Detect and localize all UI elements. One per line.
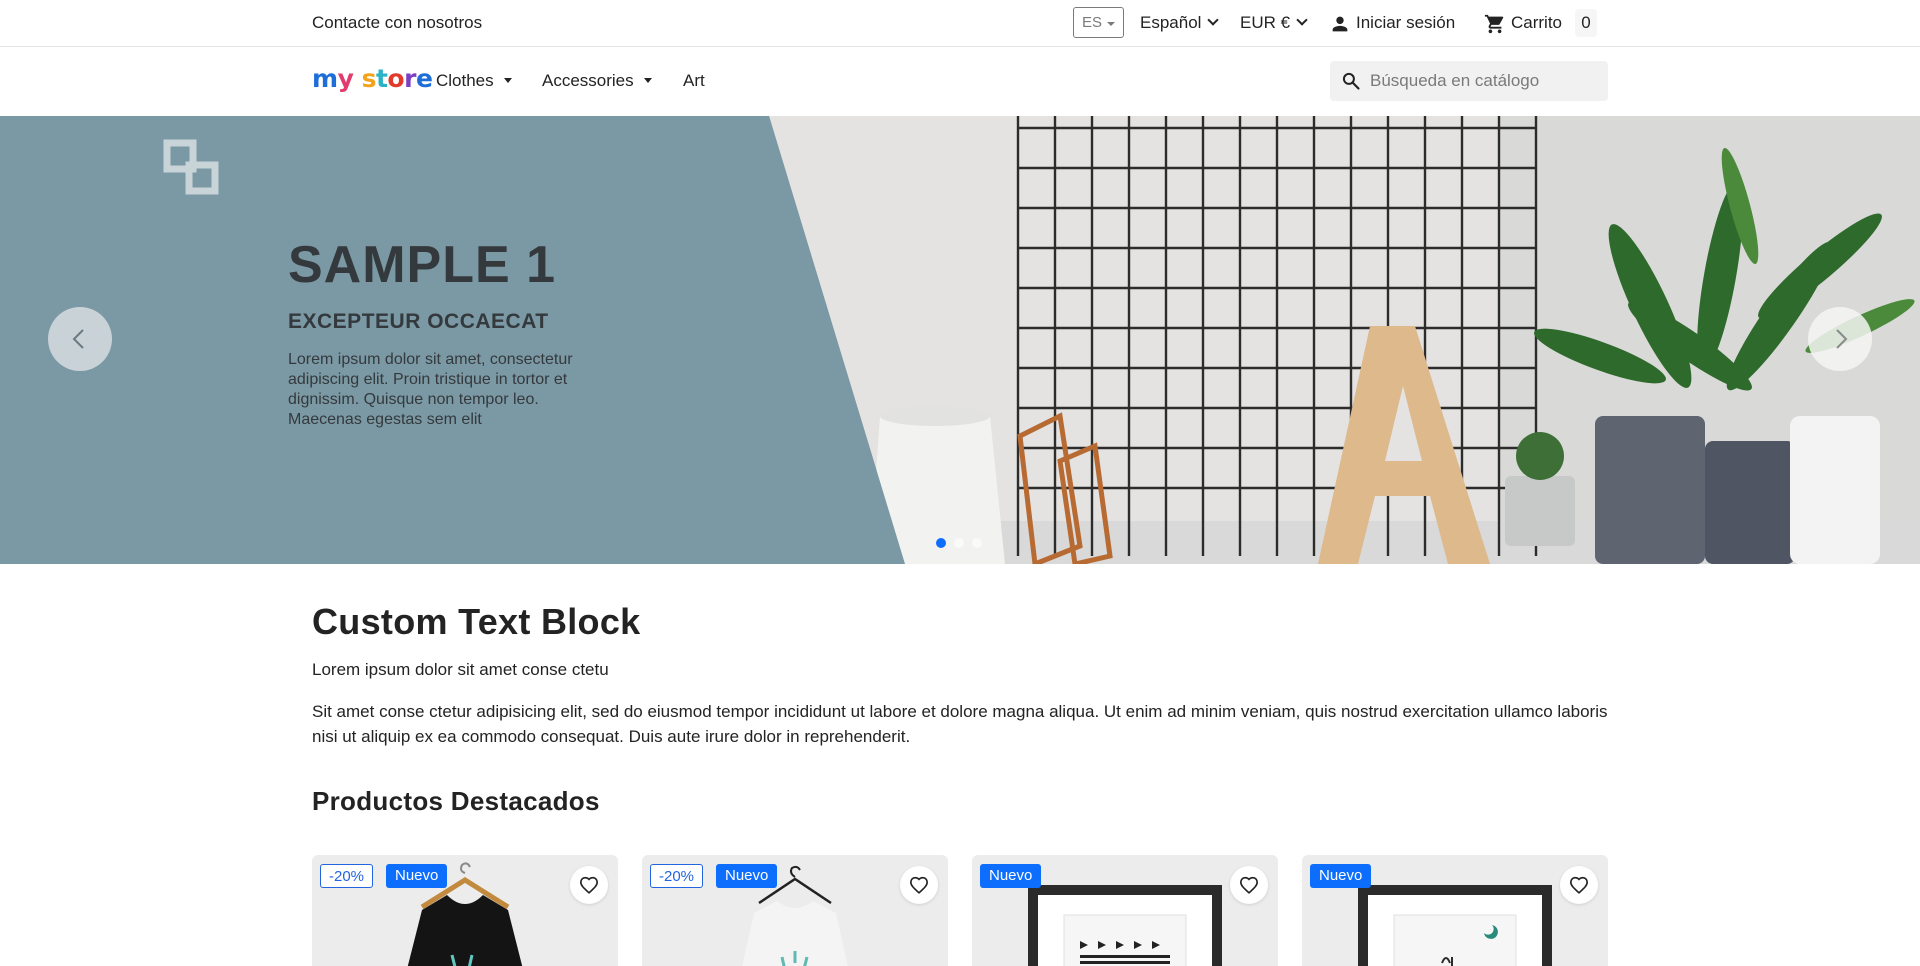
new-badge: Nuevo bbox=[386, 864, 448, 888]
caret-down-icon bbox=[1107, 22, 1115, 26]
language-code-select[interactable]: ES bbox=[1073, 7, 1124, 38]
heart-icon bbox=[909, 876, 929, 894]
language-dropdown[interactable]: Español bbox=[1140, 13, 1220, 33]
nav-item-label: Art bbox=[683, 71, 705, 90]
nav-item-label: Accessories bbox=[542, 71, 634, 90]
product-card[interactable]: -20% Nuevo bbox=[312, 855, 618, 966]
nav-item-accessories[interactable]: Accessories bbox=[542, 71, 652, 91]
user-icon bbox=[1332, 16, 1348, 32]
discount-badge: -20% bbox=[320, 864, 374, 888]
caret-down-icon bbox=[643, 78, 652, 83]
nav-item-art[interactable]: Art bbox=[683, 71, 705, 91]
slide-title: SAMPLE 1 bbox=[288, 236, 557, 294]
chevron-down-icon bbox=[1207, 14, 1220, 26]
top-bar: Contacte con nosotros ES Español EUR € I… bbox=[0, 0, 1920, 47]
language-label: Español bbox=[1140, 13, 1202, 32]
product-card[interactable]: -20% Nuevo bbox=[642, 855, 948, 966]
wishlist-button[interactable] bbox=[570, 866, 608, 904]
wishlist-button[interactable] bbox=[1560, 866, 1598, 904]
cart-count-badge: 0 bbox=[1575, 9, 1597, 37]
heart-icon bbox=[579, 876, 599, 894]
new-badge: Nuevo bbox=[1310, 864, 1372, 888]
chevron-down-icon bbox=[1296, 14, 1308, 26]
nav-item-clothes[interactable]: Clothes bbox=[436, 71, 512, 91]
cart-label: Carrito bbox=[1511, 13, 1563, 32]
slider-dot[interactable] bbox=[936, 538, 946, 548]
slider-dot[interactable] bbox=[972, 538, 982, 548]
main-nav: my store Clothes Accessories Art bbox=[0, 48, 1920, 116]
discount-badge: -20% bbox=[650, 864, 704, 888]
custom-block-body: Sit amet conse ctetur adipisicing elit, … bbox=[312, 702, 1608, 746]
slider-next-button[interactable] bbox=[1808, 307, 1872, 371]
currency-dropdown[interactable]: EUR € bbox=[1240, 13, 1308, 33]
search-icon[interactable] bbox=[1341, 71, 1361, 91]
search-input[interactable] bbox=[1370, 61, 1600, 101]
chevron-left-icon bbox=[72, 329, 84, 349]
caret-down-icon bbox=[503, 78, 512, 83]
cart-link[interactable]: Carrito 0 bbox=[1483, 9, 1603, 37]
search-box bbox=[1330, 61, 1608, 101]
language-code-label: ES bbox=[1082, 14, 1103, 31]
new-badge: Nuevo bbox=[980, 864, 1042, 888]
slide-subtitle: EXCEPTEUR OCCAECAT bbox=[288, 310, 549, 333]
contact-us-link[interactable]: Contacte con nosotros bbox=[312, 13, 482, 33]
store-logo[interactable]: my store bbox=[312, 64, 433, 93]
cart-icon bbox=[1484, 14, 1504, 34]
heart-icon bbox=[1569, 876, 1589, 894]
hero-slide-image bbox=[0, 116, 1920, 564]
heart-icon bbox=[1239, 876, 1259, 894]
custom-block-title: Custom Text Block bbox=[312, 601, 641, 642]
nav-item-label: Clothes bbox=[436, 71, 494, 90]
wishlist-button[interactable] bbox=[1230, 866, 1268, 904]
custom-block-lead: Lorem ipsum dolor sit amet conse ctetu bbox=[312, 660, 609, 679]
chevron-right-icon bbox=[1836, 329, 1848, 349]
wishlist-button[interactable] bbox=[900, 866, 938, 904]
sign-in-link[interactable]: Iniciar sesión bbox=[1329, 13, 1455, 33]
product-card[interactable]: Nuevo bbox=[972, 855, 1278, 966]
featured-products-title: Productos Destacados bbox=[312, 786, 600, 816]
slider-dot[interactable] bbox=[954, 538, 964, 548]
sign-in-label: Iniciar sesión bbox=[1356, 13, 1456, 32]
product-card[interactable]: Nuevo bbox=[1302, 855, 1608, 966]
currency-label: EUR € bbox=[1240, 13, 1291, 32]
slide-text: Lorem ipsum dolor sit amet, consectetur … bbox=[288, 351, 573, 428]
hero-slider: SAMPLE 1 EXCEPTEUR OCCAECAT Lorem ipsum … bbox=[0, 116, 1920, 564]
new-badge: Nuevo bbox=[716, 864, 778, 888]
slider-prev-button[interactable] bbox=[48, 307, 112, 371]
